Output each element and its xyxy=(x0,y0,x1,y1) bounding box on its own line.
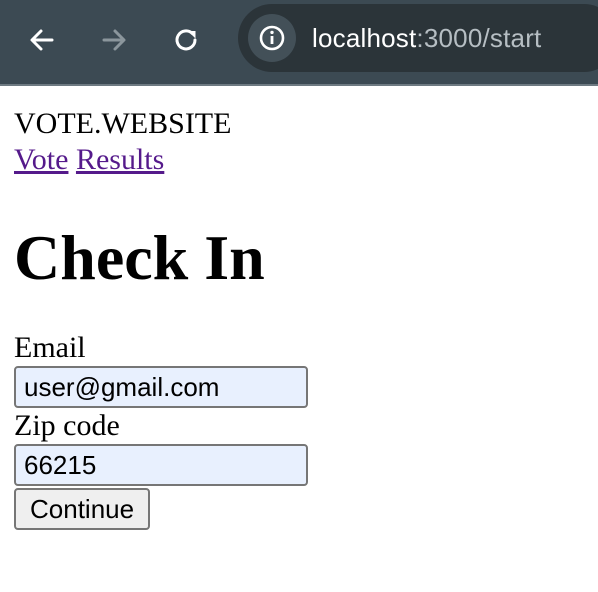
forward-button[interactable] xyxy=(94,20,134,60)
site-brand: VOTE.WEBSITE xyxy=(14,107,232,140)
email-label: Email xyxy=(14,331,86,364)
browser-toolbar: localhost:3000/start xyxy=(0,0,598,86)
check-in-form: Email Zip code Continue xyxy=(14,332,584,530)
url-host: localhost xyxy=(312,23,417,53)
url-text[interactable]: localhost:3000/start xyxy=(312,23,541,53)
email-field[interactable] xyxy=(14,366,308,408)
nav-link-vote[interactable]: Vote xyxy=(14,143,68,176)
site-info-button[interactable] xyxy=(248,14,296,62)
zip-code-field[interactable] xyxy=(14,444,308,486)
reload-button[interactable] xyxy=(166,20,206,60)
page-content: VOTE.WEBSITE Vote Results Check In Email… xyxy=(0,86,598,530)
site-nav: Vote Results xyxy=(14,142,584,178)
info-icon xyxy=(259,25,285,51)
back-button[interactable] xyxy=(22,20,62,60)
page-title: Check In xyxy=(14,222,265,293)
address-bar[interactable]: localhost:3000/start xyxy=(238,4,598,72)
nav-link-results[interactable]: Results xyxy=(76,143,164,176)
zip-code-label: Zip code xyxy=(14,409,120,442)
reload-icon xyxy=(175,29,197,51)
arrow-left-icon xyxy=(30,29,54,51)
arrow-right-icon xyxy=(102,29,126,51)
url-path: :3000/start xyxy=(416,23,542,53)
continue-button[interactable]: Continue xyxy=(14,488,151,530)
